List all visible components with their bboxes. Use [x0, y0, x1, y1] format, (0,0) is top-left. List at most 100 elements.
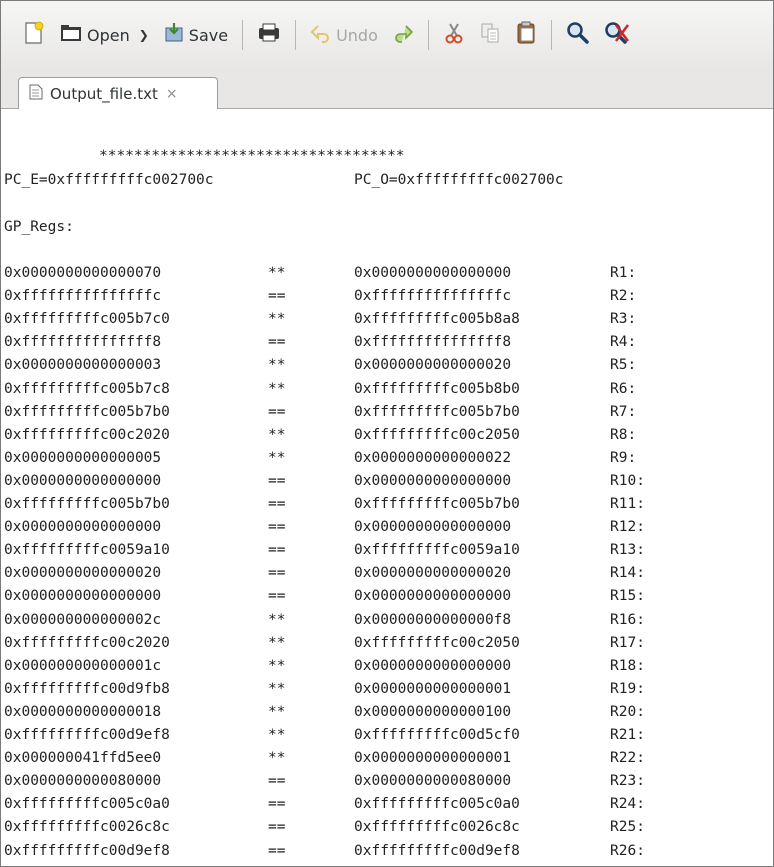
- compare-marker: **: [268, 357, 286, 373]
- expected-value: 0xfffffffffc005b7b0: [4, 496, 170, 512]
- expected-value: 0x000000000000002c: [4, 612, 162, 628]
- print-icon: [257, 22, 281, 48]
- chevron-down-icon[interactable]: ❯: [139, 28, 149, 42]
- pc-e-value: PC_E=0xfffffffffc002700c: [4, 172, 214, 188]
- observed-value: 0x0000000000000100: [354, 704, 512, 720]
- observed-value: 0x0000000000000000: [354, 473, 512, 489]
- expected-value: 0xfffffffffc00d9fb8: [4, 681, 170, 697]
- folder-icon: [59, 22, 83, 48]
- compare-marker: ==: [268, 773, 286, 789]
- paste-button[interactable]: [511, 15, 541, 55]
- register-name: R9:: [610, 450, 637, 466]
- close-icon[interactable]: ×: [166, 86, 178, 102]
- find-replace-button[interactable]: [600, 15, 634, 55]
- compare-marker: ==: [268, 519, 286, 535]
- expected-value: 0x0000000000000000: [4, 588, 162, 604]
- register-name: R7:: [610, 404, 637, 420]
- observed-value: 0xfffffffffc00d5cf0: [354, 727, 520, 743]
- redo-button[interactable]: [388, 15, 418, 55]
- observed-value: 0x0000000000000000: [354, 519, 512, 535]
- observed-value: 0xfffffffffc005b8b0: [354, 381, 520, 397]
- expected-value: 0xfffffffffc00d9ef8: [4, 727, 170, 743]
- banner-line: ***********************************: [99, 148, 405, 164]
- register-name: R22:: [610, 750, 645, 766]
- compare-marker: ==: [268, 843, 286, 859]
- register-name: R4:: [610, 334, 637, 350]
- register-name: R3:: [610, 311, 637, 327]
- register-name: R24:: [610, 796, 645, 812]
- save-label: Save: [188, 25, 229, 45]
- observed-value: 0x0000000000000020: [354, 357, 512, 373]
- expected-value: 0x0000000000080000: [4, 773, 162, 789]
- expected-value: 0x0000000000000020: [4, 565, 162, 581]
- register-name: R13:: [610, 542, 645, 558]
- expected-value: 0xfffffffffffffffc: [4, 288, 162, 304]
- compare-marker: **: [268, 635, 286, 651]
- register-name: R17:: [610, 635, 645, 651]
- compare-marker: **: [268, 311, 286, 327]
- find-icon: [566, 21, 590, 49]
- observed-value: 0x00000000000000f8: [354, 612, 512, 628]
- register-name: R25:: [610, 819, 645, 835]
- toolbar-separator: [295, 20, 297, 50]
- undo-button[interactable]: Undo: [306, 15, 382, 55]
- new-document-button[interactable]: [19, 15, 49, 55]
- undo-icon: [310, 23, 332, 47]
- toolbar: Open ❯ Save Undo: [1, 1, 773, 69]
- compare-marker: ==: [268, 819, 286, 835]
- text-editor-window: Open ❯ Save Undo Output_file.txt × *****…: [0, 0, 774, 867]
- expected-value: 0x000000041ffd5ee0: [4, 750, 162, 766]
- pc-o-value: PC_O=0xfffffffffc002700c: [354, 172, 564, 188]
- register-name: R10:: [610, 473, 645, 489]
- redo-icon: [392, 23, 414, 47]
- compare-marker: **: [268, 427, 286, 443]
- compare-marker: ==: [268, 288, 286, 304]
- paste-icon: [515, 21, 537, 49]
- print-button[interactable]: [253, 15, 285, 55]
- compare-marker: ==: [268, 588, 286, 604]
- register-name: R5:: [610, 357, 637, 373]
- register-name: R20:: [610, 704, 645, 720]
- toolbar-separator: [427, 20, 429, 50]
- register-name: R23:: [610, 773, 645, 789]
- observed-value: 0xfffffffffc0059a10: [354, 542, 520, 558]
- compare-marker: ==: [268, 473, 286, 489]
- expected-value: 0xfffffffffc0026c8c: [4, 819, 170, 835]
- copy-button[interactable]: [475, 15, 505, 55]
- compare-marker: **: [268, 681, 286, 697]
- observed-value: 0x0000000000080000: [354, 773, 512, 789]
- expected-value: 0x0000000000000005: [4, 450, 162, 466]
- expected-value: 0xfffffffffffffff8: [4, 334, 162, 350]
- toolbar-separator: [550, 20, 552, 50]
- observed-value: 0xfffffffffc00c2050: [354, 635, 520, 651]
- register-name: R26:: [610, 843, 645, 859]
- cut-button[interactable]: [439, 15, 469, 55]
- compare-marker: **: [268, 265, 286, 281]
- copy-icon: [479, 22, 501, 48]
- register-name: R1:: [610, 265, 637, 281]
- text-editor-area[interactable]: *********************************** PC_E…: [1, 109, 773, 866]
- register-name: R16:: [610, 612, 645, 628]
- register-name: R6:: [610, 381, 637, 397]
- undo-label: Undo: [336, 25, 378, 45]
- find-button[interactable]: [562, 15, 594, 55]
- compare-marker: ==: [268, 496, 286, 512]
- register-name: R18:: [610, 658, 645, 674]
- register-name: R2:: [610, 288, 637, 304]
- compare-marker: **: [268, 750, 286, 766]
- compare-marker: ==: [268, 404, 286, 420]
- save-icon: [163, 22, 185, 48]
- compare-marker: ==: [268, 796, 286, 812]
- open-label: Open: [87, 25, 130, 45]
- expected-value: 0xfffffffffc00d9ef8: [4, 843, 170, 859]
- tab-output-file[interactable]: Output_file.txt ×: [18, 77, 218, 110]
- register-name: R15:: [610, 588, 645, 604]
- expected-value: 0xfffffffffc0059a10: [4, 542, 170, 558]
- observed-value: 0xfffffffffc005c0a0: [354, 796, 520, 812]
- open-button[interactable]: Open ❯: [55, 15, 153, 55]
- expected-value: 0xfffffffffc00c2020: [4, 427, 170, 443]
- compare-marker: **: [268, 704, 286, 720]
- expected-value: 0x0000000000000000: [4, 473, 162, 489]
- save-button[interactable]: Save: [159, 15, 232, 55]
- observed-value: 0x0000000000000022: [354, 450, 512, 466]
